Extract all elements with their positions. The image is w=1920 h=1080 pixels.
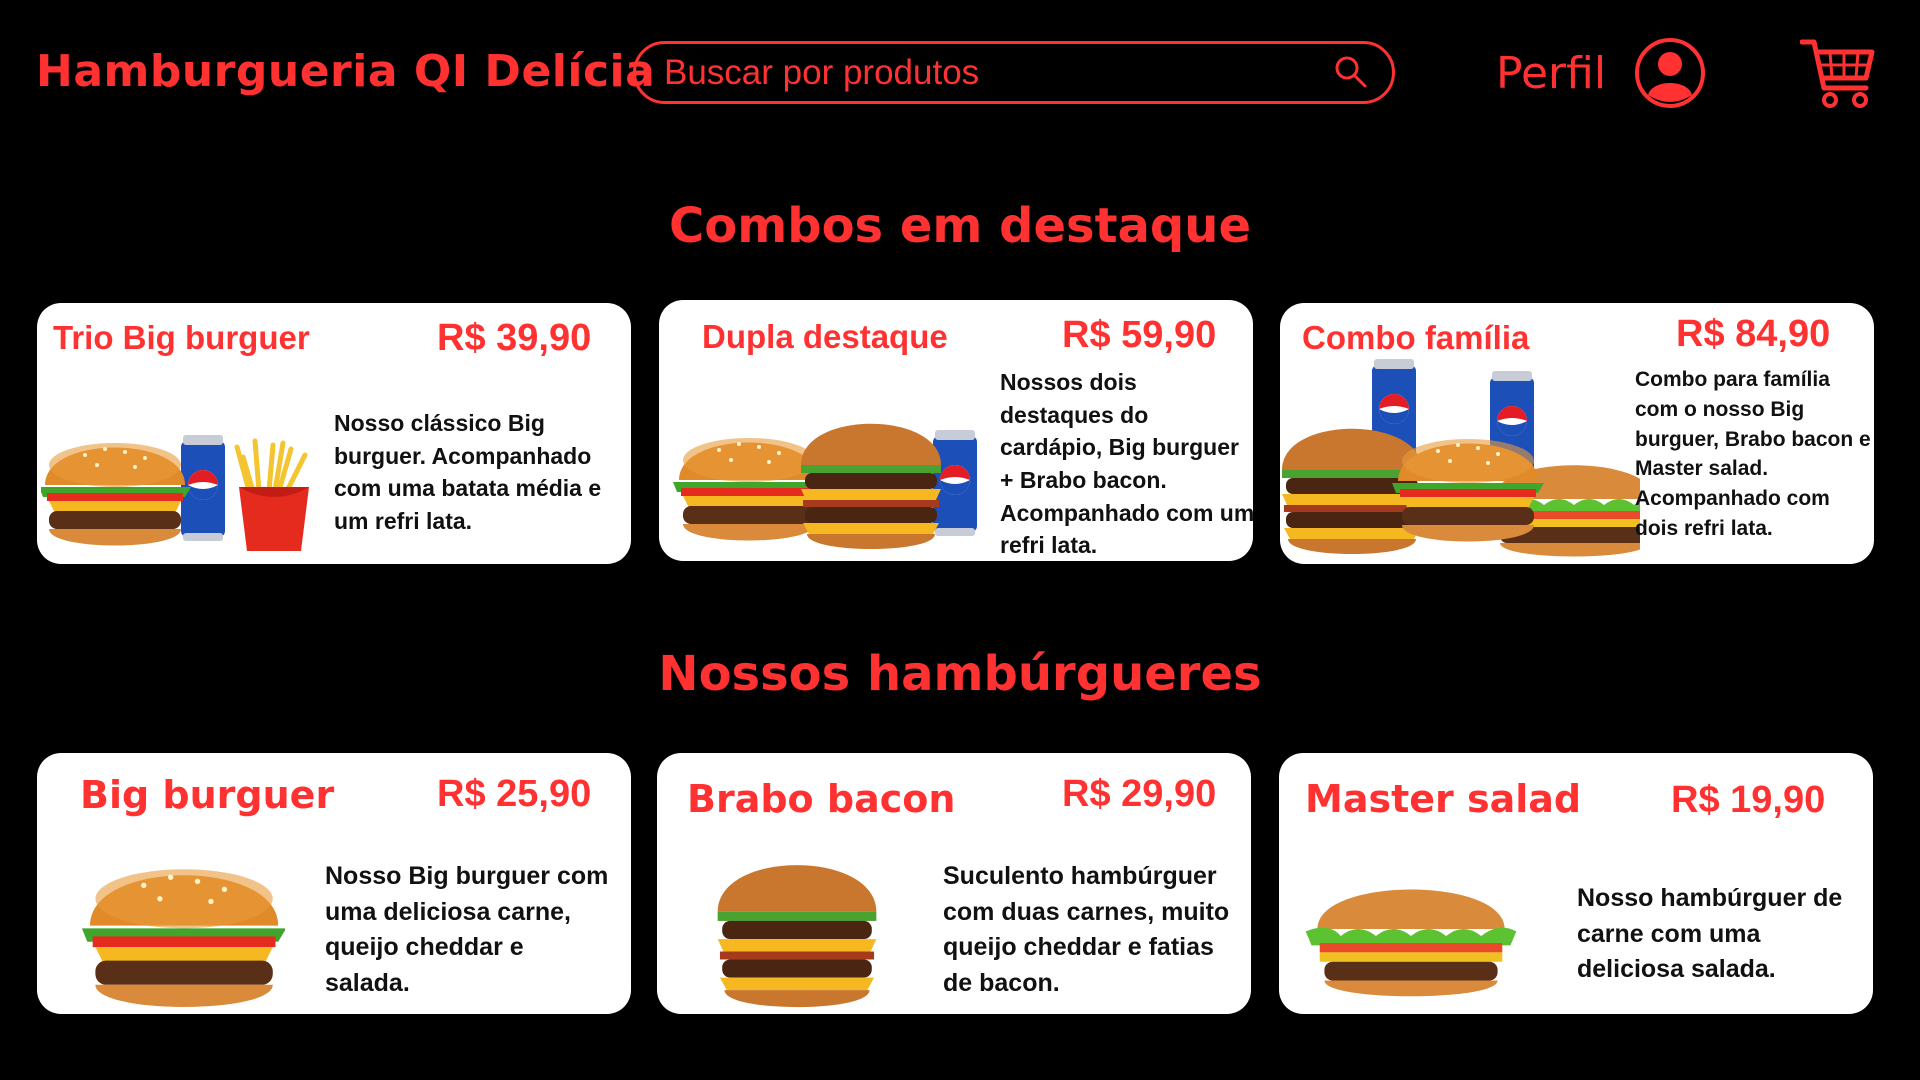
burger-card-master-salad[interactable]: Master salad R$ 19,90 Nosso hambúrguer d… bbox=[1279, 753, 1873, 1014]
burger-image bbox=[1305, 889, 1517, 997]
combo-title: Combo família bbox=[1302, 319, 1530, 356]
burger-title: Big burguer bbox=[80, 773, 335, 817]
burger-image bbox=[81, 869, 285, 1007]
burger-price: R$ 29,90 bbox=[1062, 773, 1217, 815]
shopping-cart-icon[interactable] bbox=[1799, 36, 1876, 117]
burger-image bbox=[717, 865, 877, 1008]
combo-card-trio-big-burguer[interactable]: Trio Big burguer R$ 39,90 Nosso clássico… bbox=[37, 303, 631, 564]
burger-title: Master salad bbox=[1305, 777, 1582, 821]
burger-description: Nosso hambúrguer de carne com uma delici… bbox=[1577, 884, 1843, 983]
burger-card-brabo-bacon[interactable]: Brabo bacon R$ 29,90 Suculento hambúrgue… bbox=[657, 753, 1251, 1014]
combos-section-title: Combos em destaque bbox=[668, 198, 1252, 254]
burger-description: Nosso Big burguer com uma deliciosa carn… bbox=[325, 862, 609, 997]
user-avatar-icon[interactable] bbox=[1634, 37, 1706, 114]
burger-title: Brabo bacon bbox=[687, 777, 956, 821]
burger-price: R$ 19,90 bbox=[1671, 779, 1826, 821]
combo-description: Combo para família com o nosso Big burgu… bbox=[1635, 368, 1871, 541]
combo-title: Dupla destaque bbox=[702, 318, 948, 355]
combo-image bbox=[1282, 359, 1640, 557]
brand-logo[interactable]: Hamburgueria QI Delícia bbox=[36, 46, 655, 97]
combo-card-dupla-destaque[interactable]: Dupla destaque R$ 59,90 Nossos dois dest… bbox=[659, 300, 1253, 561]
combo-card-combo-familia[interactable]: Combo família R$ 84,90 Combo para famíli… bbox=[1280, 303, 1874, 564]
combo-image bbox=[41, 435, 331, 563]
top-bar: Hamburgueria QI Delícia Perfil bbox=[0, 0, 1920, 150]
search-bar[interactable] bbox=[633, 41, 1395, 104]
burgers-section-title: Nossos hambúrgueres bbox=[658, 646, 1262, 702]
profile-link[interactable]: Perfil bbox=[1496, 48, 1606, 99]
combo-price: R$ 39,90 bbox=[437, 317, 592, 359]
combo-image bbox=[673, 423, 977, 549]
burger-card-big-burguer[interactable]: Big burguer R$ 25,90 Nosso Big burguer c… bbox=[37, 753, 631, 1014]
combo-description: Nossos dois destaques do cardápio, Big b… bbox=[1000, 369, 1253, 559]
search-input[interactable] bbox=[662, 50, 1306, 96]
combo-title: Trio Big burguer bbox=[53, 319, 310, 356]
search-icon[interactable] bbox=[1334, 55, 1368, 94]
burger-description: Suculento hambúrguer com duas carnes, mu… bbox=[943, 862, 1230, 997]
combo-description: Nosso clássico Big burguer. Acompanhado … bbox=[334, 410, 602, 534]
combo-price: R$ 84,90 bbox=[1676, 313, 1831, 355]
burger-price: R$ 25,90 bbox=[437, 773, 592, 815]
combo-price: R$ 59,90 bbox=[1062, 314, 1217, 356]
